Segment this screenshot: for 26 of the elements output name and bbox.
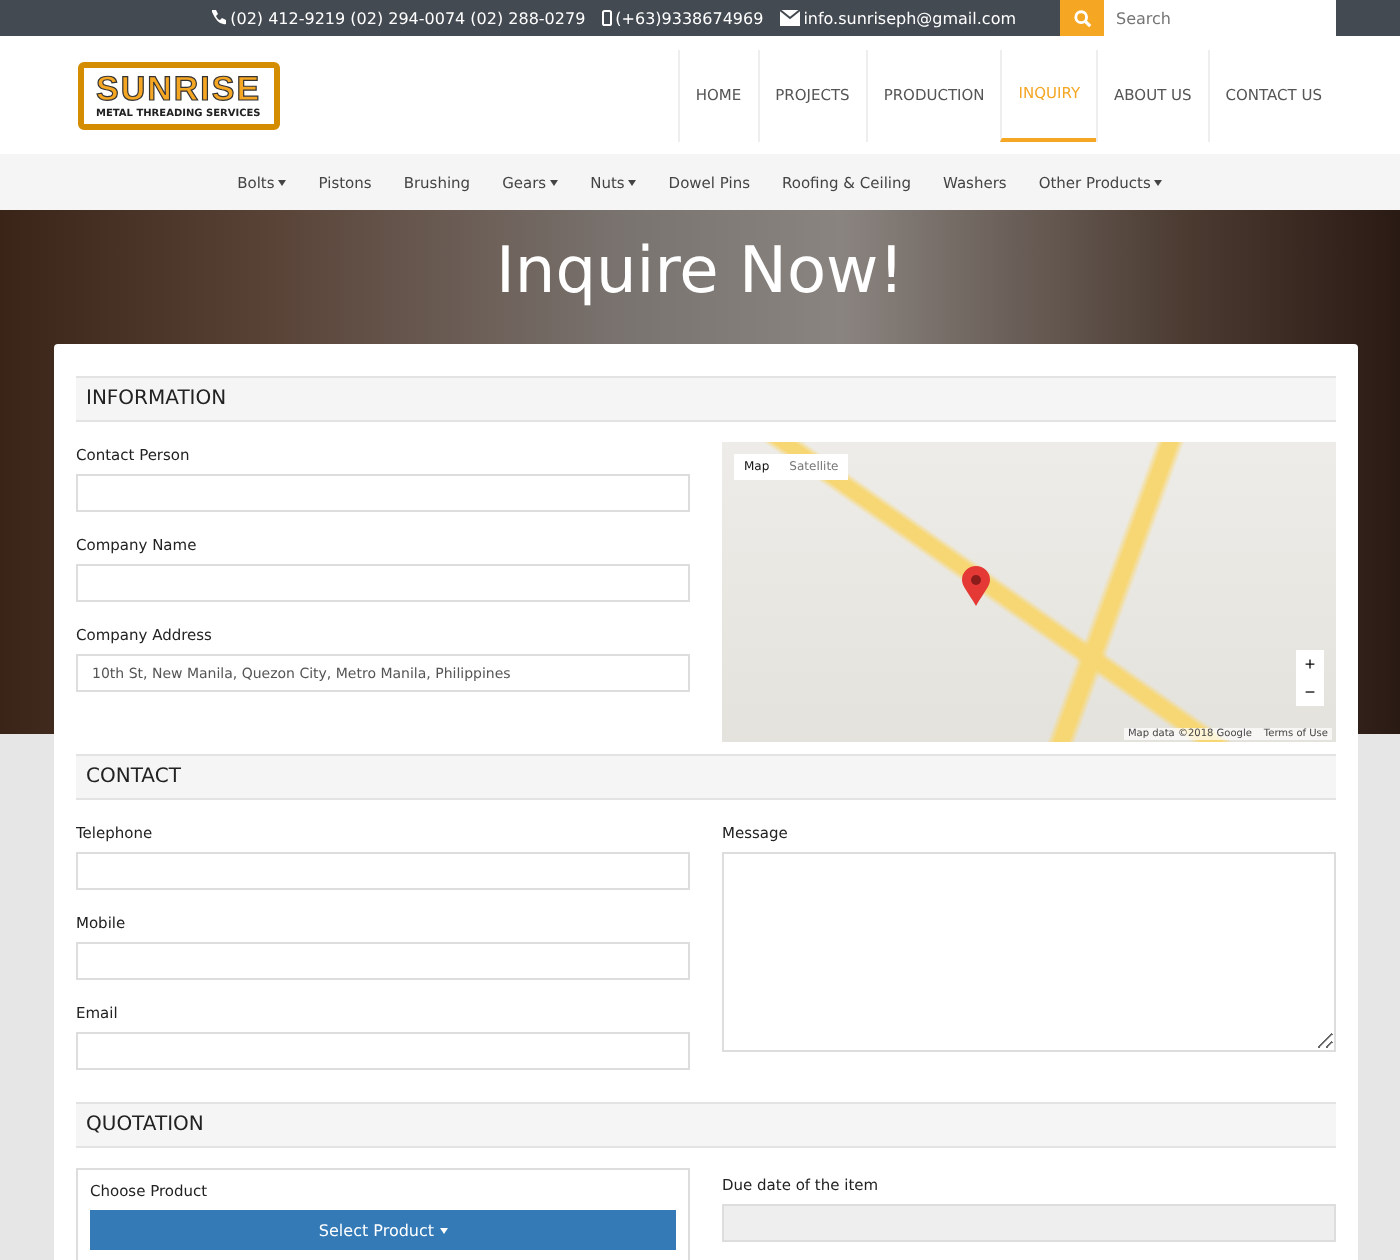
mobile-icon xyxy=(601,10,612,26)
section-heading: INFORMATION xyxy=(76,376,1336,422)
hero-title: Inquire Now! xyxy=(493,230,907,312)
select-product-button[interactable]: Select Product xyxy=(90,1210,676,1250)
input-field[interactable] xyxy=(76,852,690,890)
map-pin-icon xyxy=(962,566,990,606)
phone-numbers: (02) 412-9219 (02) 294-0074 (02) 288-0279 xyxy=(230,9,586,27)
logo-name: SUNRISE xyxy=(96,71,262,107)
search-field[interactable]: Search xyxy=(1104,0,1336,36)
caret-icon xyxy=(1154,179,1163,185)
input-field[interactable] xyxy=(76,942,690,980)
search-icon xyxy=(1073,9,1091,27)
input-field[interactable] xyxy=(76,564,690,602)
section-heading: CONTACT xyxy=(76,754,1336,800)
message-field[interactable] xyxy=(722,852,1336,1052)
email-address: info.sunriseph@gmail.com xyxy=(803,9,1016,27)
input-field[interactable] xyxy=(76,474,690,512)
mobile-number: (+63)9338674969 xyxy=(615,9,764,27)
envelope-icon xyxy=(779,10,800,26)
phone-icon xyxy=(210,10,227,26)
caret-icon xyxy=(278,179,287,185)
caret-icon xyxy=(550,179,559,185)
input-field[interactable] xyxy=(76,1032,690,1070)
search-button[interactable] xyxy=(1060,0,1104,36)
caret-icon xyxy=(628,179,637,185)
section-heading: QUOTATION xyxy=(76,1102,1336,1148)
